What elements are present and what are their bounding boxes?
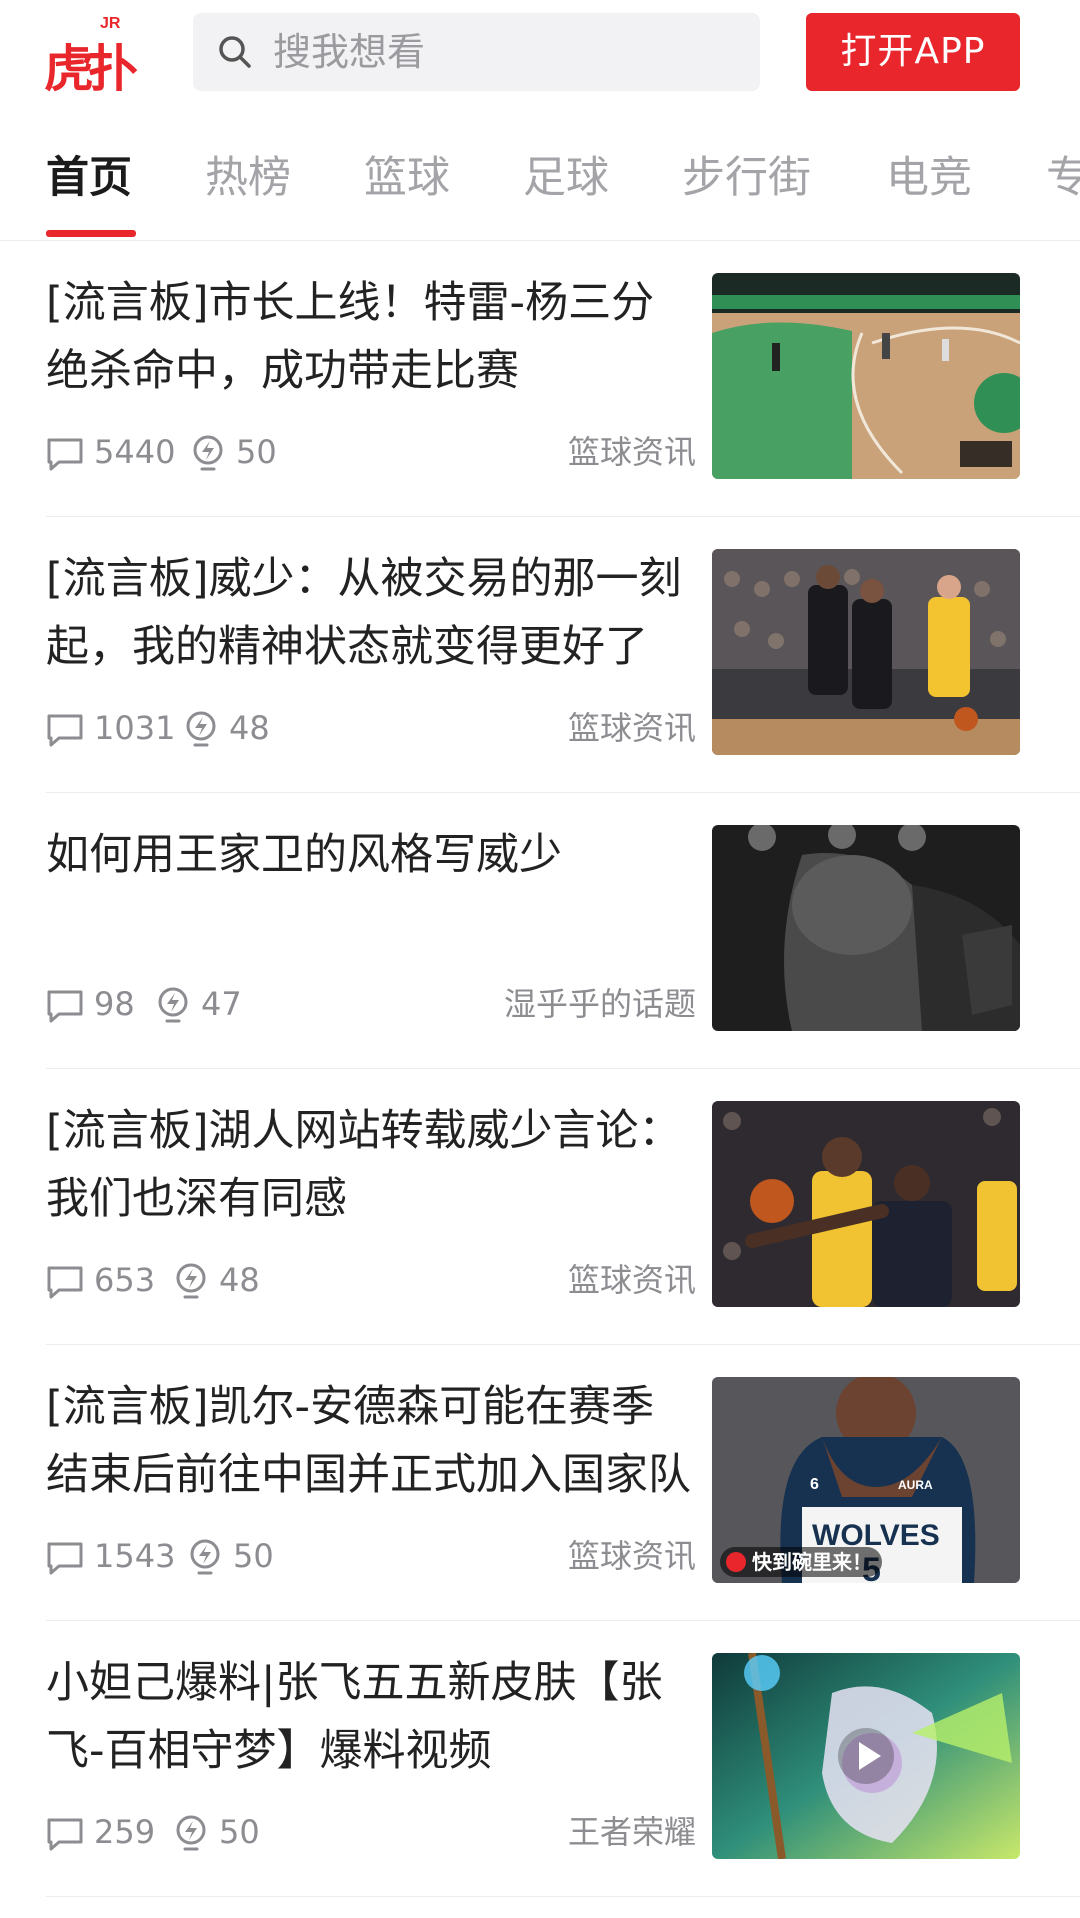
thumbnail-badge-text: 快到碗里来！: [752, 1550, 872, 1574]
light-count: 47: [201, 985, 242, 1023]
news-category[interactable]: 篮球资讯: [568, 703, 696, 753]
comment-icon: [47, 1818, 83, 1851]
logo-superscript: JR: [100, 15, 121, 32]
news-item[interactable]: 如何用王家卫的风格写威少 98 47 湿乎乎的话题: [46, 793, 1080, 1069]
comment-icon: [47, 1542, 83, 1575]
news-category[interactable]: 湿乎乎的话题: [504, 979, 696, 1029]
comment-icon: [47, 1266, 83, 1299]
comment-count: 259: [94, 1813, 156, 1851]
badge-icon: [726, 1552, 746, 1572]
tab-special[interactable]: 专: [1046, 150, 1080, 206]
news-title[interactable]: [流言板]凯尔-安德森可能在赛季结束后前往中国并正式加入国家队: [46, 1373, 696, 1509]
channel-tabs: 首页 热榜 篮球 足球 步行街 电竞 专: [0, 120, 1080, 240]
news-title[interactable]: [流言板]湖人网站转载威少言论：我们也深有同感: [46, 1097, 696, 1233]
news-item[interactable]: [流言板]威少：从被交易的那一刻起，我的精神状态就变得更好了 1031 48 篮…: [46, 517, 1080, 793]
comment-count: 1031: [94, 709, 176, 747]
search-icon: [219, 36, 251, 68]
tab-football[interactable]: 足球: [523, 150, 609, 206]
news-category[interactable]: 篮球资讯: [568, 427, 696, 477]
news-meta: 98 47 湿乎乎的话题: [46, 979, 696, 1029]
news-thumbnail[interactable]: [712, 825, 1020, 1031]
light-count: 50: [233, 1537, 274, 1575]
hupu-logo[interactable]: JR 虎扑: [44, 8, 150, 96]
item-divider: [46, 1896, 1080, 1897]
open-app-button[interactable]: 打开APP: [806, 13, 1020, 91]
news-category[interactable]: 篮球资讯: [568, 1531, 696, 1581]
light-count: 50: [236, 433, 277, 471]
light-count: 48: [219, 1261, 260, 1299]
news-category[interactable]: 篮球资讯: [568, 1255, 696, 1305]
top-header: JR 虎扑 打开APP: [0, 0, 1080, 106]
news-meta: 653 48 篮球资讯: [46, 1255, 696, 1305]
light-bulb-icon: [190, 1539, 220, 1575]
news-item[interactable]: [流言板]凯尔-安德森可能在赛季结束后前往中国并正式加入国家队 1543 50 …: [46, 1345, 1080, 1621]
light-bulb-icon: [158, 987, 188, 1023]
news-category[interactable]: 王者荣耀: [568, 1807, 696, 1857]
light-bulb-icon: [176, 1263, 206, 1299]
thumbnail-badge: 快到碗里来！: [720, 1547, 882, 1577]
news-thumbnail[interactable]: [712, 549, 1020, 755]
logo-text: 虎扑: [44, 40, 138, 96]
news-meta: 259 50 王者荣耀: [46, 1807, 696, 1857]
news-item[interactable]: 小妲己爆料|张飞五五新皮肤【张飞-百相守梦】爆料视频 259 50 王者荣耀: [46, 1621, 1080, 1897]
comment-count: 1543: [94, 1537, 176, 1575]
comment-icon: [47, 990, 83, 1023]
tab-basketball[interactable]: 篮球: [364, 150, 450, 206]
comment-count: 653: [94, 1261, 156, 1299]
news-item[interactable]: [流言板]市长上线！特雷-杨三分绝杀命中，成功带走比赛 5440 50 篮球资讯: [46, 241, 1080, 517]
news-item[interactable]: [流言板]湖人网站转载威少言论：我们也深有同感 653 48 篮球资讯: [46, 1069, 1080, 1345]
play-icon[interactable]: [836, 1726, 896, 1786]
light-bulb-icon: [193, 435, 223, 471]
news-title[interactable]: [流言板]市长上线！特雷-杨三分绝杀命中，成功带走比赛: [46, 269, 696, 405]
news-thumbnail[interactable]: [712, 1101, 1020, 1307]
comment-count: 98: [94, 985, 135, 1023]
light-bulb-icon: [186, 711, 216, 747]
comment-icon: [47, 438, 83, 471]
search-input[interactable]: [273, 13, 743, 91]
comment-count: 5440: [94, 433, 176, 471]
tab-hot-list[interactable]: 热榜: [205, 150, 291, 206]
light-count: 50: [219, 1813, 260, 1851]
news-thumbnail[interactable]: WOLVES 5 6 AURA 快到碗里来！: [712, 1377, 1020, 1583]
tab-pedestrian-street[interactable]: 步行街: [682, 150, 811, 206]
comment-icon: [47, 714, 83, 747]
tab-esports[interactable]: 电竞: [886, 150, 972, 206]
news-meta: 1031 48 篮球资讯: [46, 703, 696, 753]
news-meta: 1543 50 篮球资讯: [46, 1531, 696, 1581]
light-count: 48: [229, 709, 270, 747]
svg-text:AURA: AURA: [898, 1478, 933, 1492]
light-bulb-icon: [176, 1815, 206, 1851]
svg-text:6: 6: [810, 1476, 819, 1493]
search-bar[interactable]: [193, 13, 760, 91]
news-title[interactable]: 小妲己爆料|张飞五五新皮肤【张飞-百相守梦】爆料视频: [46, 1649, 696, 1785]
news-thumbnail[interactable]: [712, 273, 1020, 479]
tab-home[interactable]: 首页: [46, 150, 132, 206]
news-title[interactable]: 如何用王家卫的风格写威少: [46, 821, 696, 889]
news-meta: 5440 50 篮球资讯: [46, 427, 696, 477]
active-tab-indicator: [46, 230, 136, 237]
news-thumbnail[interactable]: [712, 1653, 1020, 1859]
news-title[interactable]: [流言板]威少：从被交易的那一刻起，我的精神状态就变得更好了: [46, 545, 696, 681]
